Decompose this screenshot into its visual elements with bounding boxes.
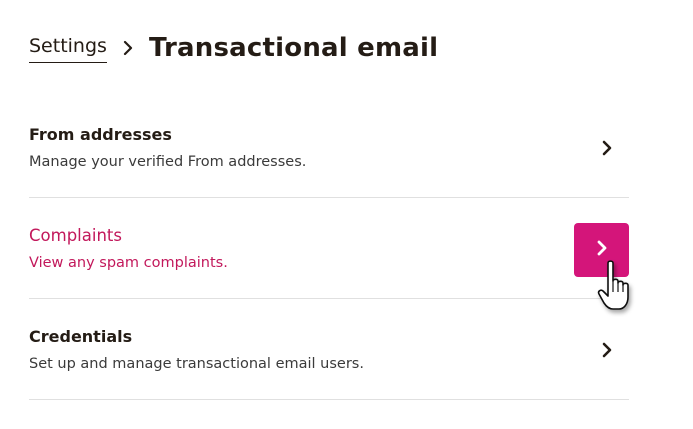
list-item-description: Manage your verified From addresses. — [29, 154, 307, 170]
list-item-description: Set up and manage transactional email us… — [29, 356, 364, 372]
breadcrumb: Settings Transactional email — [29, 32, 438, 64]
page: Settings Transactional email From addres… — [0, 0, 693, 429]
list-item-credentials[interactable]: Credentials Set up and manage transactio… — [29, 299, 629, 400]
list-item-description: View any spam complaints. — [29, 255, 228, 271]
page-title: Transactional email — [148, 33, 439, 63]
list-item-title: Complaints — [29, 226, 122, 245]
chevron-right-icon[interactable] — [599, 138, 615, 158]
list-item-from-addresses[interactable]: From addresses Manage your verified From… — [29, 97, 629, 198]
chevron-right-icon[interactable] — [599, 340, 615, 360]
hand-pointer-icon — [596, 259, 642, 317]
breadcrumb-separator-chevron-icon — [107, 34, 149, 62]
list-item-title: From addresses — [29, 125, 172, 144]
list-item-complaints[interactable]: Complaints View any spam complaints. — [29, 198, 629, 299]
settings-list: From addresses Manage your verified From… — [29, 97, 629, 400]
breadcrumb-settings-link[interactable]: Settings — [29, 34, 107, 63]
list-item-title: Credentials — [29, 327, 133, 346]
